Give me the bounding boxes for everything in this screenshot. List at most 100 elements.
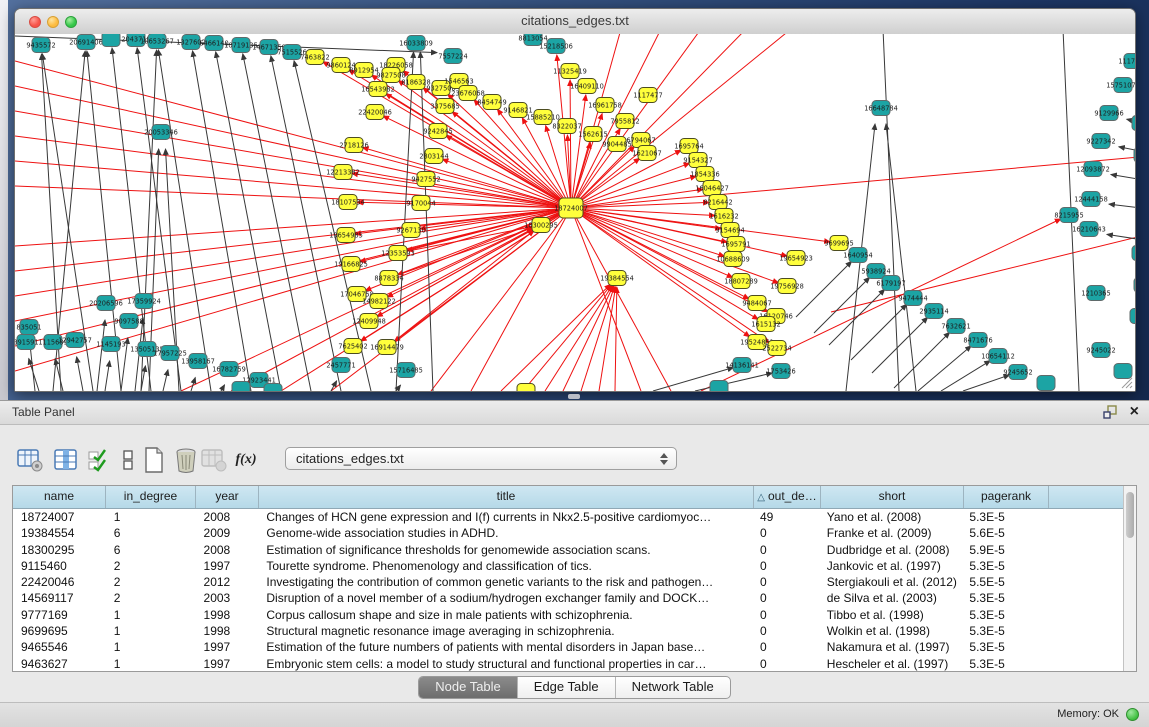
float-panel-icon[interactable] xyxy=(1103,405,1118,419)
table-cell[interactable]: 5.3E-5 xyxy=(961,623,1046,639)
table-cell[interactable]: 0 xyxy=(752,639,819,655)
table-cell[interactable]: 5.3E-5 xyxy=(961,607,1046,623)
table-cell[interactable]: Hescheler et al. (1997) xyxy=(819,656,962,672)
network-edge[interactable] xyxy=(193,51,251,391)
table-cell[interactable]: Dudbridge et al. (2008) xyxy=(819,542,962,558)
table-cell[interactable]: 5.3E-5 xyxy=(961,558,1046,574)
network-edge[interactable] xyxy=(563,286,613,391)
table-cell[interactable]: Embryonic stem cells: a model to study s… xyxy=(258,656,752,672)
table-row[interactable]: 911546021997Tourette syndrome. Phenomeno… xyxy=(13,558,1123,574)
table-row[interactable]: 946554611997Estimation of the future num… xyxy=(13,639,1123,655)
network-edge[interactable] xyxy=(221,385,225,391)
network-edge[interactable] xyxy=(1119,147,1135,153)
table-cell[interactable]: 2 xyxy=(106,590,196,606)
network-edge[interactable] xyxy=(158,50,211,391)
table-cell[interactable]: 1997 xyxy=(196,639,259,655)
scrollbar-thumb[interactable] xyxy=(1126,492,1134,538)
table-cell[interactable]: 5.6E-5 xyxy=(961,525,1046,541)
table-cell[interactable]: 0 xyxy=(752,590,819,606)
table-cell[interactable]: 19384554 xyxy=(13,525,106,541)
column-header-title[interactable]: title xyxy=(259,486,754,508)
network-edge[interactable] xyxy=(894,332,950,388)
table-cell[interactable]: 14569117 xyxy=(13,590,106,606)
network-edge[interactable] xyxy=(77,357,83,391)
table-cell[interactable]: 5.9E-5 xyxy=(961,542,1046,558)
table-cell[interactable] xyxy=(1046,623,1123,639)
network-edge[interactable] xyxy=(105,361,110,391)
network-window-titlebar[interactable]: citations_edges.txt xyxy=(15,9,1135,35)
network-edge[interactable] xyxy=(243,54,311,391)
tab-node-table[interactable]: Node Table xyxy=(419,677,518,698)
network-edge[interactable] xyxy=(851,304,907,360)
network-node[interactable] xyxy=(710,381,728,392)
network-node[interactable] xyxy=(517,384,535,392)
table-cell[interactable]: 49 xyxy=(752,509,819,525)
table-cell[interactable] xyxy=(1046,525,1123,541)
column-header-short[interactable]: short xyxy=(821,486,964,508)
network-edge[interactable] xyxy=(15,208,571,271)
table-cell[interactable] xyxy=(1046,574,1123,590)
network-edge[interactable] xyxy=(872,317,928,373)
table-cell[interactable]: Franke et al. (2009) xyxy=(819,525,962,541)
table-cell[interactable]: Estimation of the future numbers of pati… xyxy=(258,639,752,655)
network-edge[interactable] xyxy=(883,34,899,391)
table-row[interactable]: 2242004622012Investigating the contribut… xyxy=(13,574,1123,590)
network-edge[interactable] xyxy=(15,208,571,296)
table-cell[interactable]: 2012 xyxy=(196,574,259,590)
table-cell[interactable]: 5.3E-5 xyxy=(961,639,1046,655)
table-cell[interactable]: 2008 xyxy=(196,542,259,558)
table-cell[interactable]: Stergiakouli et al. (2012) xyxy=(819,574,962,590)
network-edge[interactable] xyxy=(15,208,571,346)
network-edge[interactable] xyxy=(15,61,571,208)
table-cell[interactable]: 0 xyxy=(752,542,819,558)
column-header-pagerank[interactable]: pagerank xyxy=(964,486,1049,508)
table-cell[interactable]: Structural magnetic resonance image aver… xyxy=(258,623,752,639)
table-cell[interactable] xyxy=(1046,558,1123,574)
network-edge[interactable] xyxy=(571,208,641,391)
network-edge[interactable] xyxy=(581,287,614,391)
table-cell[interactable]: 2008 xyxy=(196,509,259,525)
table-cell[interactable]: Estimation of significance thresholds fo… xyxy=(258,542,752,558)
column-header-out_de[interactable]: △out_de… xyxy=(754,486,821,508)
table-cell[interactable]: Changes of HCN gene expression and I(f) … xyxy=(258,509,752,525)
function-icon[interactable]: f(x) xyxy=(232,446,260,474)
table-cell[interactable]: 1997 xyxy=(196,656,259,672)
rows-icon[interactable] xyxy=(114,446,142,474)
table-cell[interactable]: Tourette syndrome. Phenomenology and cla… xyxy=(258,558,752,574)
table-row[interactable]: 1830029562008Estimation of significance … xyxy=(13,542,1123,558)
table-cell[interactable]: 5.3E-5 xyxy=(961,509,1046,525)
tab-edge-table[interactable]: Edge Table xyxy=(518,677,616,698)
table-cell[interactable]: 1 xyxy=(106,509,196,525)
network-edge[interactable] xyxy=(29,359,39,391)
table-cell[interactable]: 18724007 xyxy=(13,509,106,525)
table-cell[interactable]: 2009 xyxy=(196,525,259,541)
network-edge[interactable] xyxy=(886,124,916,391)
network-canvas-svg[interactable]: 9435572206914062043719106532671327602646… xyxy=(15,34,1135,391)
column-header-in_degree[interactable]: in_degree xyxy=(106,486,196,508)
network-edge[interactable] xyxy=(571,163,690,208)
network-edge[interactable] xyxy=(918,346,971,391)
table-cell[interactable]: 9465546 xyxy=(13,639,106,655)
vertical-scrollbar[interactable] xyxy=(1123,486,1136,671)
table-settings-icon[interactable] xyxy=(16,446,44,474)
table-cell[interactable]: Disruption of a novel member of a sodium… xyxy=(258,590,752,606)
table-cell[interactable] xyxy=(1046,509,1123,525)
table-cell[interactable]: Jankovic et al. (1997) xyxy=(819,558,962,574)
column-header-year[interactable]: year xyxy=(196,486,259,508)
network-node[interactable] xyxy=(1130,309,1135,324)
table-row[interactable]: 977716911998Corpus callosum shape and si… xyxy=(13,607,1123,623)
table-cell[interactable]: 22420046 xyxy=(13,574,106,590)
network-edge[interactable] xyxy=(1107,234,1135,241)
close-panel-icon[interactable]: × xyxy=(1130,404,1139,420)
network-edge[interactable] xyxy=(571,34,791,208)
table-cell[interactable] xyxy=(1046,656,1123,672)
new-file-icon[interactable] xyxy=(140,446,168,474)
table-cell[interactable]: 1 xyxy=(106,656,196,672)
table-cell[interactable]: 1997 xyxy=(196,558,259,574)
table-cell[interactable]: Genome-wide association studies in ADHD. xyxy=(258,525,752,541)
table-cell[interactable]: Tibbo et al. (1998) xyxy=(819,607,962,623)
column-header-name[interactable]: name xyxy=(13,486,106,508)
table-cell[interactable]: 0 xyxy=(752,656,819,672)
tab-network-table[interactable]: Network Table xyxy=(616,677,730,698)
table-cell[interactable]: 9699695 xyxy=(13,623,106,639)
